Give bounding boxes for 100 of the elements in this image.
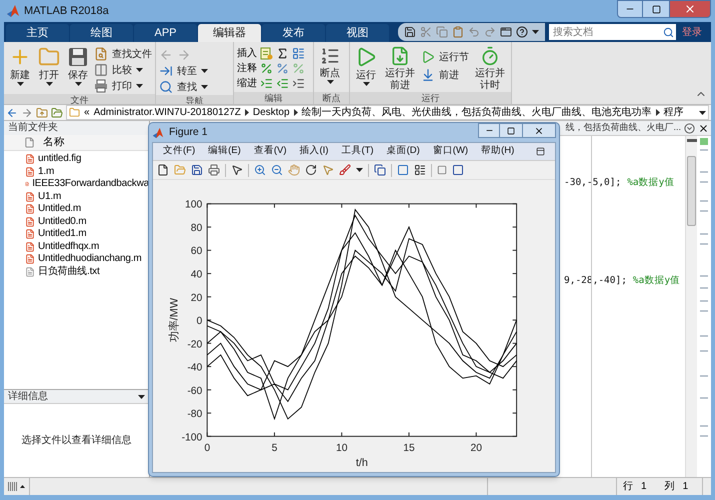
- ribbon-button[interactable]: 缩进: [237, 76, 257, 91]
- tick-label: 100: [185, 200, 202, 211]
- path-segment[interactable]: Administrator.WIN7U-20180127Z: [94, 106, 241, 119]
- folder-icon: [38, 46, 60, 68]
- help-icon: [516, 26, 528, 38]
- status-value: 1: [682, 480, 688, 494]
- toolstrip-tab[interactable]: APP: [134, 24, 197, 42]
- caret-icon: [16, 82, 24, 86]
- breakpoints-icon: [320, 46, 340, 66]
- ribbon-button[interactable]: 前进: [439, 68, 459, 82]
- ribbon-button[interactable]: 运行节: [439, 50, 469, 64]
- close-button[interactable]: [522, 123, 556, 138]
- file-item[interactable]: U1.m: [4, 190, 149, 203]
- matlab-file-icon: [25, 154, 35, 164]
- tick-label: 5: [272, 443, 278, 454]
- menu-item[interactable]: 桌面(D): [386, 144, 420, 159]
- code-comment: %a数据y值: [627, 176, 674, 190]
- folder-icon: [174, 164, 186, 176]
- percent-icon: [276, 62, 289, 75]
- file-item[interactable]: Untitled.m: [4, 203, 149, 216]
- menu-item[interactable]: 工具(T): [341, 144, 374, 159]
- details-hint: 选择文件以查看详细信息: [20, 434, 132, 448]
- redo-icon: [484, 26, 496, 38]
- text-file-icon: [25, 266, 35, 277]
- editor-tab-title[interactable]: 线，包括负荷曲线、火电厂...: [565, 121, 681, 135]
- file-item[interactable]: Untitledfhqx.m: [4, 240, 149, 253]
- ribbon-button[interactable]: 打开: [36, 46, 62, 86]
- file-item[interactable]: Untitled0.m: [4, 216, 149, 228]
- legend-icon: [414, 164, 426, 176]
- column-header[interactable]: 名称: [43, 134, 65, 150]
- maximize-button[interactable]: [500, 123, 522, 138]
- browse-folder-icon: [51, 106, 63, 118]
- maximize-button[interactable]: [643, 0, 669, 18]
- status-label: 行: [623, 480, 633, 494]
- indent-icon: [276, 77, 289, 90]
- file-item[interactable]: Untitledhuodianchang.m: [4, 253, 149, 266]
- menu-item[interactable]: 帮助(H): [481, 144, 514, 159]
- tick-label: 10: [336, 443, 348, 454]
- menu-item[interactable]: 查看(V): [254, 144, 286, 159]
- hand-icon: [288, 164, 300, 176]
- matlab-file-icon: [25, 166, 35, 177]
- ribbon-button[interactable]: 断点: [317, 46, 343, 84]
- close-icon: [684, 3, 696, 15]
- toolstrip-tab[interactable]: 视图: [326, 24, 389, 42]
- tick-label: 15: [403, 443, 415, 454]
- file-item[interactable]: untitled.fig: [4, 153, 149, 166]
- forward-arrow-icon: [177, 48, 191, 62]
- search-field[interactable]: 搜索文档: [549, 24, 661, 40]
- menu-item[interactable]: 编辑(E): [208, 144, 241, 159]
- search-icon: [159, 80, 173, 94]
- ribbon-button[interactable]: 打印: [112, 78, 132, 94]
- ribbon-button[interactable]: 保存: [65, 46, 91, 86]
- ribbon-button[interactable]: 新建: [7, 46, 33, 86]
- ribbon-button[interactable]: 插入: [237, 46, 257, 61]
- path-segment[interactable]: 程序: [664, 106, 684, 119]
- scrollbar[interactable]: [685, 136, 697, 477]
- insert-icon: [260, 47, 273, 60]
- toolstrip-tab[interactable]: 绘图: [70, 24, 133, 42]
- login-link[interactable]: 登录: [682, 24, 702, 40]
- matlab-file-icon: [25, 242, 35, 252]
- matlab-file-icon: [25, 192, 35, 202]
- ribbon-button[interactable]: 转至: [177, 64, 197, 78]
- pointer-icon: [231, 164, 243, 176]
- close-icon: [534, 126, 544, 136]
- matlab-file-icon: [25, 216, 35, 227]
- dropdown-icon: [684, 122, 695, 134]
- toolstrip-tab[interactable]: 发布: [262, 24, 325, 42]
- compare-icon: [94, 63, 108, 77]
- search-button[interactable]: [661, 24, 676, 40]
- ribbon-button[interactable]: 查找文件: [112, 46, 152, 62]
- path-segment[interactable]: 绘制一天内负荷、风电、光伏曲线，包括负荷曲线、火电厂曲线、电池充电功率: [302, 106, 652, 119]
- file-item[interactable]: Untitled1.m: [4, 228, 149, 240]
- group-label: 运行: [422, 92, 440, 104]
- new-file-icon: [157, 164, 169, 176]
- ribbon-button[interactable]: 查找: [177, 80, 197, 94]
- menu-item[interactable]: 文件(F): [163, 144, 196, 159]
- path-segment[interactable]: Desktop: [252, 106, 290, 119]
- caret-icon: [138, 394, 145, 398]
- file-item[interactable]: 1.m: [4, 166, 149, 178]
- back-arrow-icon: [159, 48, 173, 62]
- path-separator-icon: [294, 109, 298, 116]
- caret-icon: [201, 69, 208, 73]
- caret-icon: [74, 82, 82, 86]
- printer-icon: [208, 164, 220, 176]
- toolstrip-tab[interactable]: 编辑器: [198, 24, 261, 42]
- ribbon-button[interactable]: 比较: [112, 62, 132, 78]
- close-button[interactable]: [669, 0, 711, 18]
- menu-item[interactable]: 窗口(W): [432, 144, 468, 159]
- ribbon-button[interactable]: 运行并前进: [382, 46, 418, 92]
- tick-label: 60: [190, 246, 202, 258]
- address-field[interactable]: « Administrator.WIN7U-20180127Z Desktop 绘制一天内负荷、风电、光伏曲线，包括负荷曲线、火电厂曲线、电池充电功率 程序: [66, 105, 709, 120]
- printer-icon: [94, 79, 108, 93]
- ribbon-button[interactable]: 运行: [353, 46, 379, 86]
- file-item[interactable]: IEEE33Forwardandbackwa: [4, 178, 149, 190]
- file-item[interactable]: 日负荷曲线.txt: [4, 266, 149, 278]
- ribbon-button[interactable]: 运行并计时: [472, 46, 508, 92]
- ribbon-button[interactable]: 注释: [237, 61, 257, 76]
- toolstrip-tab[interactable]: 主页: [6, 24, 69, 42]
- menu-item[interactable]: 插入(I): [299, 144, 328, 159]
- caret-icon: [356, 168, 363, 172]
